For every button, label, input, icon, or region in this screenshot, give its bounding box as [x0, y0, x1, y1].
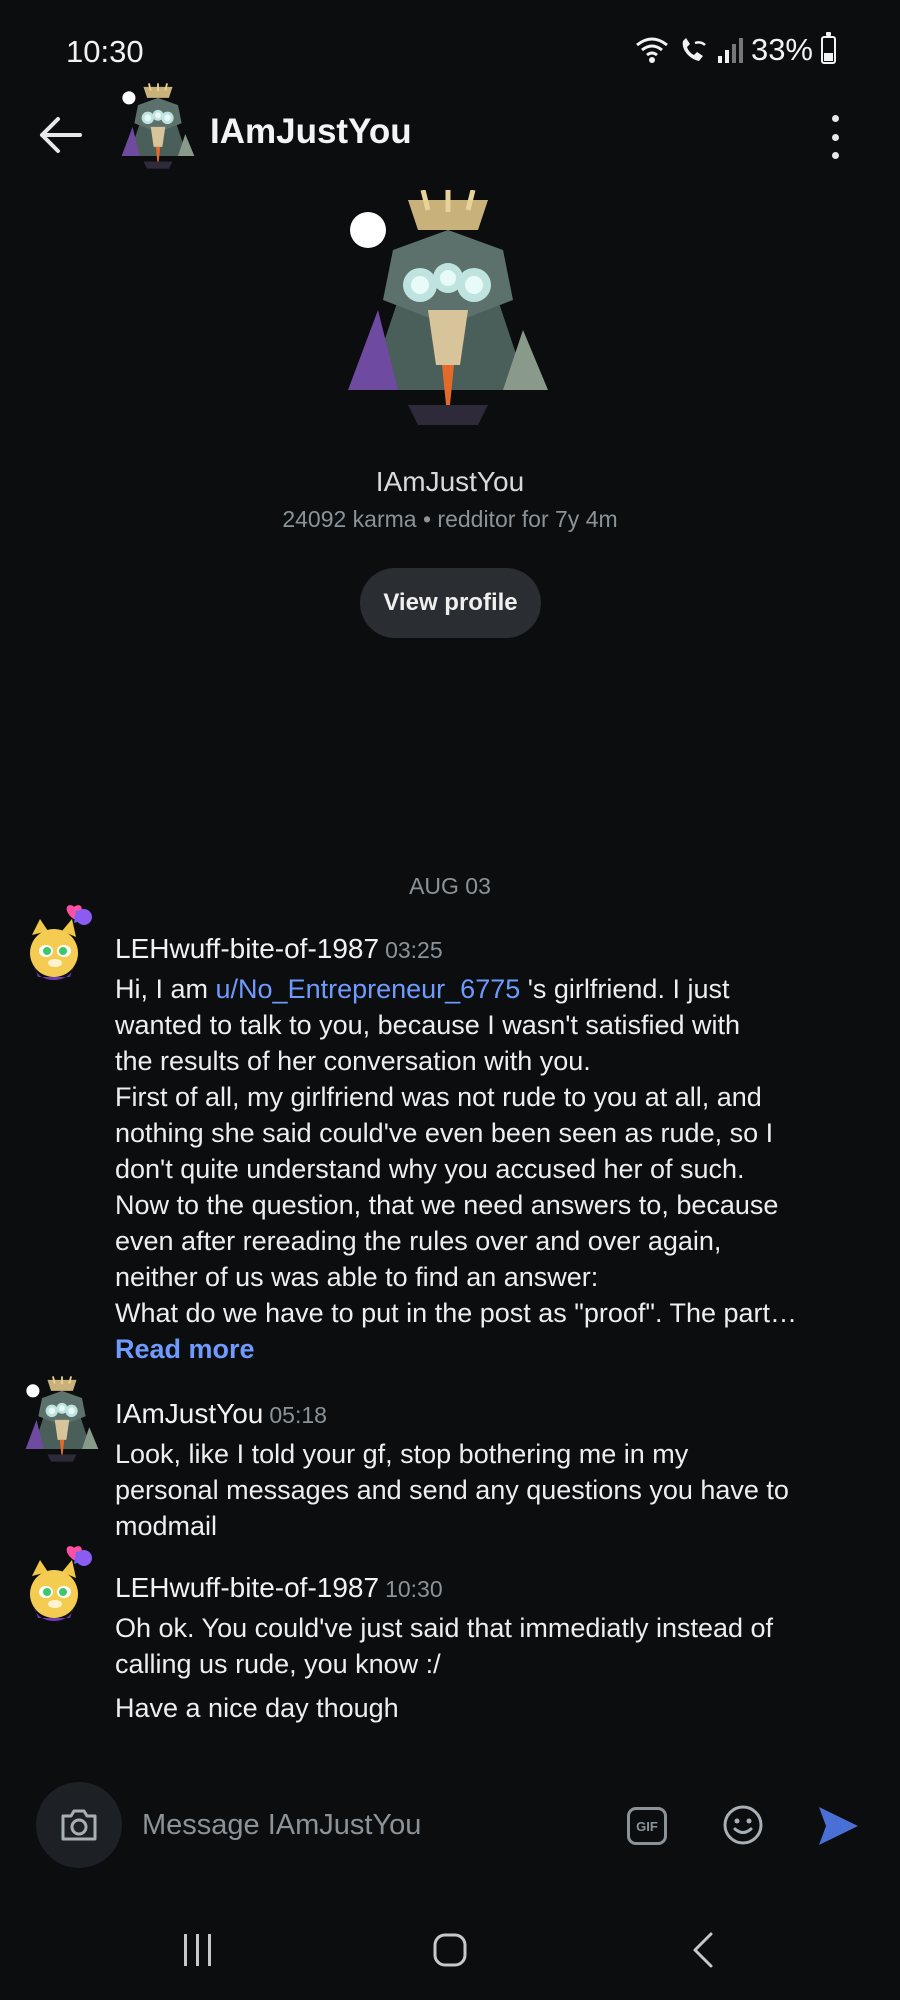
message-line: nothing she said could've even been seen…: [115, 1118, 774, 1148]
date-separator: AUG 03: [409, 873, 491, 899]
wifi-call-icon: [682, 38, 706, 61]
read-more-link[interactable]: Read more: [115, 1331, 875, 1367]
message-line: Hi, I am u/No_Entrepreneur_6775 's girlf…: [115, 971, 875, 1007]
message-line: personal messages and send any questions…: [115, 1475, 789, 1505]
message-line: Have a nice day though: [115, 1693, 399, 1723]
message-line: the results of her conversation with you…: [115, 1046, 591, 1076]
message-line: modmail: [115, 1511, 218, 1541]
message-author[interactable]: LEHwuff-bite-of-1987: [115, 933, 379, 964]
profile-name: IAmJustYou: [375, 466, 525, 497]
nav-back-icon[interactable]: [685, 1930, 721, 1970]
message-line: even after rereading the rules over and …: [115, 1226, 722, 1256]
status-icons: 33%: [635, 32, 836, 68]
arrow-left-icon[interactable]: [36, 110, 86, 160]
message-body: Oh ok. You could've just said that immed…: [115, 1610, 875, 1726]
profile-avatar: [338, 190, 558, 425]
chat-header: IAmJustYou: [0, 70, 900, 200]
message-text: 's girlfriend. I just: [520, 974, 730, 1004]
battery-level: [824, 53, 833, 61]
header-avatar[interactable]: [118, 76, 198, 176]
camera-button[interactable]: [36, 1782, 122, 1868]
message-line: wanted to talk to you, because I wasn't …: [115, 1010, 740, 1040]
battery-text: 33%: [750, 32, 813, 67]
message-time: 10:30: [385, 1576, 443, 1602]
message-line: neither of us was able to find an answer…: [115, 1262, 599, 1292]
smiley-icon[interactable]: [722, 1804, 764, 1846]
chat-title[interactable]: IAmJustYou: [210, 112, 412, 152]
message-line: Look, like I told your gf, stop botherin…: [115, 1439, 689, 1469]
message-text: Hi, I am: [115, 974, 216, 1004]
message-line: What do we have to put in the post as "p…: [115, 1298, 798, 1328]
message-line: calling us rude, you know :/: [115, 1649, 441, 1679]
home-icon[interactable]: [432, 1932, 468, 1968]
message-time: 05:18: [269, 1402, 327, 1428]
user-avatar[interactable]: [22, 1374, 102, 1464]
user-mention-link[interactable]: u/No_Entrepreneur_6775: [216, 974, 521, 1004]
message-time: 03:25: [385, 937, 443, 963]
message-input[interactable]: [130, 1795, 610, 1855]
message-line: don't quite understand why you accused h…: [115, 1154, 745, 1184]
wifi-icon: [636, 37, 668, 63]
view-profile-button[interactable]: View profile: [360, 568, 541, 638]
more-vertical-icon[interactable]: [820, 115, 850, 159]
recent-apps-icon[interactable]: [180, 1932, 216, 1968]
message-body: Hi, I am u/No_Entrepreneur_6775 's girlf…: [115, 971, 875, 1367]
signal-icon: [717, 38, 743, 63]
user-avatar[interactable]: [26, 1536, 96, 1636]
user-avatar[interactable]: [26, 895, 96, 995]
message-line: Oh ok. You could've just said that immed…: [115, 1613, 774, 1643]
message-header: LEHwuff-bite-of-1987 03:25: [115, 933, 443, 965]
message-line: First of all, my girlfriend was not rude…: [115, 1082, 762, 1112]
camera-icon: [61, 1809, 97, 1841]
message-author[interactable]: LEHwuff-bite-of-1987: [115, 1572, 379, 1603]
message-author[interactable]: IAmJustYou: [115, 1398, 263, 1429]
message-composer: GIF: [0, 1770, 900, 1890]
profile-meta: 24092 karma • redditor for 7y 4m: [282, 506, 618, 532]
battery-icon: [821, 32, 836, 64]
system-nav-bar: [0, 1900, 900, 2000]
send-icon[interactable]: [816, 1804, 860, 1848]
message-header: LEHwuff-bite-of-1987 10:30: [115, 1572, 443, 1604]
gif-button[interactable]: GIF: [627, 1807, 667, 1845]
message-line: Now to the question, that we need answer…: [115, 1190, 779, 1220]
status-time: 10:30: [66, 34, 144, 69]
message-header: IAmJustYou 05:18: [115, 1398, 327, 1430]
message-body: Look, like I told your gf, stop botherin…: [115, 1436, 875, 1544]
